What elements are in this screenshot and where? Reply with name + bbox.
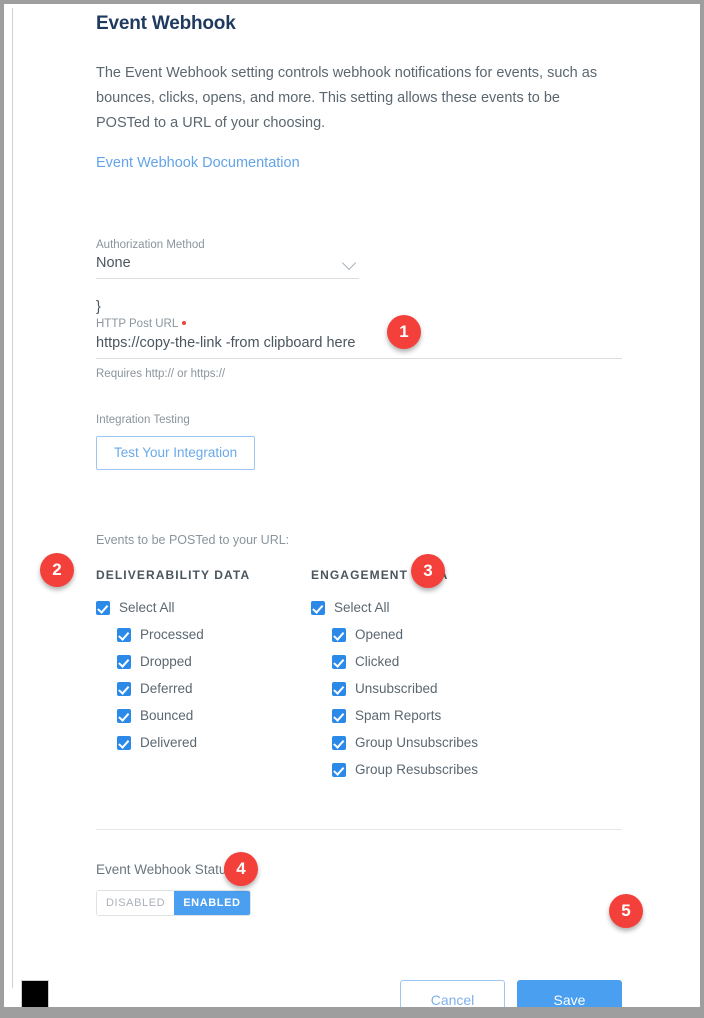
engagement-item-group-unsubscribes[interactable]: Group Unsubscribes	[311, 730, 526, 757]
engagement-item-spam-reports[interactable]: Spam Reports	[311, 703, 526, 730]
deliverability-select-all-row[interactable]: Select All	[96, 595, 311, 622]
checkbox-checked-icon[interactable]	[332, 682, 346, 696]
checkbox-checked-icon[interactable]	[332, 736, 346, 750]
form-actions: Cancel Save	[96, 979, 622, 1007]
checkbox-checked-icon[interactable]	[117, 709, 131, 723]
checkbox-checked-icon[interactable]	[117, 655, 131, 669]
checkbox-checked-icon[interactable]	[332, 763, 346, 777]
engagement-item-clicked[interactable]: Clicked	[311, 649, 526, 676]
deliverability-item-dropped[interactable]: Dropped	[96, 649, 311, 676]
deliverability-item-delivered[interactable]: Delivered	[96, 730, 311, 757]
save-button[interactable]: Save	[517, 979, 622, 1007]
http-post-url-field: HTTP Post URL https://copy-the-link -fro…	[96, 317, 626, 381]
stray-text: }	[96, 298, 101, 315]
toggle-option-enabled[interactable]: ENABLED	[174, 890, 250, 915]
event-webhook-status-section: Event Webhook Status i DISABLED ENABLED	[96, 861, 626, 916]
integration-testing-field: Integration Testing Test Your Integratio…	[96, 413, 626, 470]
engagement-item-label: Spam Reports	[355, 708, 442, 723]
http-post-url-label-text: HTTP Post URL	[96, 317, 179, 330]
black-placeholder-block	[21, 980, 49, 1007]
http-post-url-label: HTTP Post URL	[96, 317, 626, 331]
annotation-badge-4: 4	[224, 852, 258, 886]
checkbox-checked-icon[interactable]	[117, 682, 131, 696]
event-webhook-status-toggle[interactable]: DISABLED ENABLED	[96, 889, 251, 916]
integration-testing-label: Integration Testing	[96, 413, 190, 426]
deliverability-data-column: DELIVERABILITY DATA Select All Processed…	[96, 568, 311, 784]
http-post-url-input[interactable]: https://copy-the-link -from clipboard he…	[96, 331, 622, 359]
deliverability-select-all-label: Select All	[119, 600, 175, 615]
engagement-item-label: Clicked	[355, 654, 400, 669]
settings-content: Event Webhook The Event Webhook setting …	[96, 4, 626, 1007]
engagement-item-label: Opened	[355, 627, 404, 642]
cancel-button[interactable]: Cancel	[400, 979, 505, 1007]
deliverability-item-processed[interactable]: Processed	[96, 622, 311, 649]
events-columns: DELIVERABILITY DATA Select All Processed…	[96, 568, 626, 784]
annotation-badge-2: 2	[40, 553, 74, 587]
deliverability-item-label: Bounced	[140, 708, 194, 723]
annotation-badge-3: 3	[411, 554, 445, 588]
page-description: The Event Webhook setting controls webho…	[96, 65, 598, 131]
engagement-item-unsubscribed[interactable]: Unsubscribed	[311, 676, 526, 703]
engagement-item-group-resubscribes[interactable]: Group Resubscribes	[311, 757, 526, 784]
required-indicator-icon	[182, 320, 187, 325]
checkbox-checked-icon[interactable]	[117, 736, 131, 750]
http-post-url-help: Requires http:// or https://	[96, 367, 226, 380]
checkbox-checked-icon[interactable]	[332, 655, 346, 669]
checkbox-checked-icon[interactable]	[311, 601, 325, 615]
page-title: Event Webhook	[96, 13, 236, 34]
engagement-item-label: Unsubscribed	[355, 681, 438, 696]
deliverability-item-label: Processed	[140, 627, 204, 642]
toggle-option-disabled[interactable]: DISABLED	[97, 890, 175, 915]
authorization-method-label: Authorization Method	[96, 238, 205, 251]
engagement-item-opened[interactable]: Opened	[311, 622, 526, 649]
deliverability-item-deferred[interactable]: Deferred	[96, 676, 311, 703]
deliverability-data-heading: DELIVERABILITY DATA	[96, 567, 251, 582]
checkbox-checked-icon[interactable]	[96, 601, 110, 615]
authorization-method-value: None	[96, 254, 131, 271]
annotation-badge-1: 1	[387, 315, 421, 349]
authorization-method-field: Authorization Method None	[96, 238, 626, 279]
events-intro-text: Events to be POSTed to your URL:	[96, 532, 290, 547]
events-section: Events to be POSTed to your URL: DELIVER…	[96, 532, 626, 784]
http-post-url-value: https://copy-the-link -from clipboard he…	[96, 334, 356, 351]
settings-page-sheet: Event Webhook The Event Webhook setting …	[4, 4, 700, 1007]
deliverability-item-bounced[interactable]: Bounced	[96, 703, 311, 730]
engagement-select-all-row[interactable]: Select All	[311, 595, 526, 622]
deliverability-item-label: Delivered	[140, 735, 198, 750]
engagement-data-column: ENGAGEMENT DATA Select All Opened Clicke…	[311, 568, 526, 784]
authorization-method-select[interactable]: None	[96, 252, 359, 279]
engagement-select-all-label: Select All	[334, 600, 390, 615]
section-divider	[96, 828, 622, 830]
engagement-item-label: Group Resubscribes	[355, 762, 479, 777]
engagement-item-label: Group Unsubscribes	[355, 735, 479, 750]
event-webhook-documentation-link[interactable]: Event Webhook Documentation	[96, 151, 626, 176]
test-your-integration-button[interactable]: Test Your Integration	[96, 435, 256, 470]
event-webhook-status-label: Event Webhook Status i	[96, 861, 626, 878]
event-webhook-status-label-text: Event Webhook Status	[96, 861, 234, 877]
deliverability-item-label: Deferred	[140, 681, 193, 696]
deliverability-item-label: Dropped	[140, 654, 192, 669]
checkbox-checked-icon[interactable]	[117, 628, 131, 642]
checkbox-checked-icon[interactable]	[332, 709, 346, 723]
annotation-badge-5: 5	[609, 894, 643, 928]
checkbox-checked-icon[interactable]	[332, 628, 346, 642]
panel-divider-rule	[12, 8, 13, 988]
screenshot-root: Event Webhook The Event Webhook setting …	[0, 0, 704, 1018]
